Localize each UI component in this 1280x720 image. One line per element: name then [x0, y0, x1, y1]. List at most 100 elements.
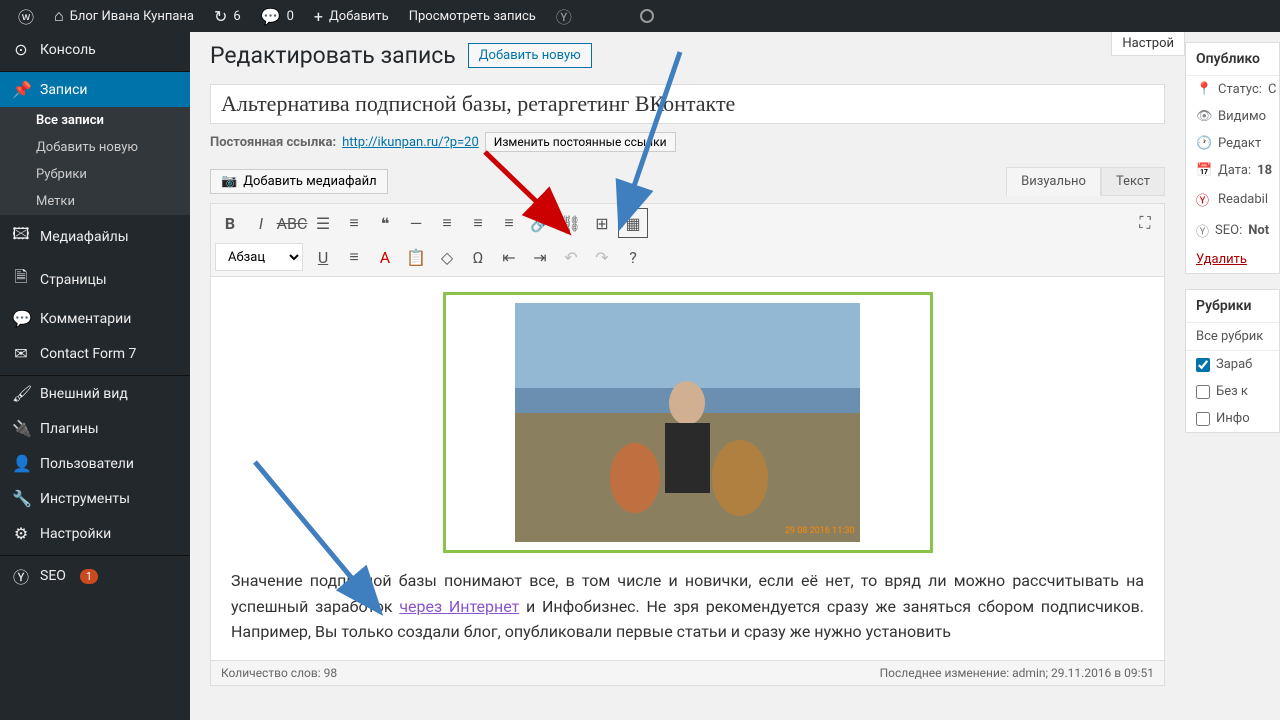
unlink-button[interactable]: ⛓ — [556, 208, 586, 238]
page-icon: 🗎 — [12, 266, 30, 293]
menu-posts[interactable]: 📌 Записи — [0, 72, 190, 107]
wp-logo[interactable]: ⓦ — [8, 0, 44, 32]
tab-text[interactable]: Текст — [1101, 167, 1165, 196]
justify-button[interactable]: ≡ — [339, 242, 369, 272]
cat-checkbox-3[interactable] — [1196, 412, 1210, 426]
number-list-button[interactable]: ≡ — [339, 208, 369, 238]
updates[interactable]: ↻6 — [204, 0, 251, 32]
menu-comments[interactable]: 💬 Комментарии — [0, 301, 190, 336]
editor-paragraph: Значение подписной базы понимают все, в … — [231, 568, 1144, 645]
yoast-icon[interactable]: Ⓨ — [546, 0, 582, 32]
menu-tools[interactable]: 🔧 Инструменты — [0, 481, 190, 516]
link-button[interactable]: 🔗 — [525, 208, 555, 238]
editor-content[interactable]: 29 08 2016 11:30 Значение подписной базы… — [211, 277, 1164, 660]
post-title-input[interactable] — [210, 84, 1165, 124]
menu-posts-label: Записи — [40, 82, 88, 98]
plug-icon: 🔌 — [12, 419, 30, 438]
menu-settings[interactable]: ⚙Настройки — [0, 516, 190, 551]
menu-appearance[interactable]: 🖌 Внешний вид — [0, 376, 190, 411]
page-title: Редактировать запись — [210, 42, 456, 69]
submenu-new-post[interactable]: Добавить новую — [0, 134, 190, 161]
indent-button[interactable]: ⇥ — [525, 242, 555, 272]
paste-text-button[interactable]: 📋 — [401, 242, 431, 272]
eye-icon: 👁 — [1196, 109, 1212, 124]
comments-count: 0 — [287, 9, 294, 24]
cat-tab-all[interactable]: Все рубрик — [1186, 323, 1279, 351]
special-char-button[interactable]: Ω — [463, 242, 493, 272]
align-left-button[interactable]: ≡ — [432, 208, 462, 238]
menu-tools-label: Инструменты — [40, 491, 130, 507]
menu-comments-label: Комментарии — [40, 311, 131, 327]
quote-button[interactable]: ❝ — [370, 208, 400, 238]
undo-button[interactable]: ↶ — [556, 242, 586, 272]
svg-text:29 08 2016 11:30: 29 08 2016 11:30 — [785, 526, 855, 536]
menu-cf7[interactable]: ✉Contact Form 7 — [0, 336, 190, 371]
content-link[interactable]: через Интернет — [399, 597, 519, 616]
align-center-button[interactable]: ≡ — [463, 208, 493, 238]
view-label: Просмотреть запись — [409, 9, 536, 24]
yoast-icon: Ⓨ — [1196, 190, 1212, 209]
more-button[interactable]: ⊞ — [587, 208, 617, 238]
menu-pages-label: Страницы — [40, 272, 107, 288]
updates-count: 6 — [233, 9, 240, 24]
calendar-icon: 📅 — [1196, 163, 1212, 178]
yoast-icon: Ⓨ — [12, 564, 30, 588]
screen-options-tab[interactable]: Настрой — [1111, 32, 1185, 56]
toolbar-toggle-button[interactable]: ▦ — [618, 208, 648, 238]
menu-dashboard-label: Консоль — [40, 42, 96, 58]
editor-toolbar: B I ABC ☰ ≡ ❝ — ≡ ≡ ≡ 🔗 ⛓ ⊞ ▦ ⛶ — [211, 204, 1164, 277]
submenu-all-posts[interactable]: Все записи — [0, 107, 190, 134]
word-count: Количество слов: 98 — [221, 666, 337, 680]
help-button[interactable]: ? — [618, 242, 648, 272]
menu-seo[interactable]: ⓎSEO1 — [0, 556, 190, 596]
add-new-button[interactable]: Добавить новую — [468, 43, 592, 68]
publish-head: Опублико — [1186, 43, 1279, 76]
bullet-list-button[interactable]: ☰ — [308, 208, 338, 238]
outdent-button[interactable]: ⇤ — [494, 242, 524, 272]
delete-link[interactable]: Удалить — [1196, 252, 1247, 267]
fullscreen-button[interactable]: ⛶ — [1130, 208, 1160, 238]
menu-media[interactable]: 🖾Медиафайлы — [0, 215, 190, 258]
brush-icon: 🖌 — [12, 384, 30, 403]
submenu-categories[interactable]: Рубрики — [0, 161, 190, 188]
strike-button[interactable]: ABC — [277, 208, 307, 238]
right-sidebar: Опублико 📍Статус: С 👁Видимо 🕐Редакт 📅Дат… — [1185, 32, 1280, 720]
menu-dashboard[interactable]: ⊙Консоль — [0, 32, 190, 67]
redo-button[interactable]: ↷ — [587, 242, 617, 272]
wrench-icon: 🔧 — [12, 489, 30, 508]
menu-users-label: Пользователи — [40, 456, 134, 472]
pin-icon: 📌 — [12, 80, 30, 99]
italic-button[interactable]: I — [246, 208, 276, 238]
new-content[interactable]: +Добавить — [304, 0, 399, 32]
submenu-tags[interactable]: Метки — [0, 188, 190, 215]
menu-cf7-label: Contact Form 7 — [40, 346, 136, 362]
hr-button[interactable]: — — [401, 208, 431, 238]
menu-users[interactable]: 👤Пользователи — [0, 446, 190, 481]
site-name[interactable]: ⌂Блог Ивана Кунпана — [44, 0, 204, 32]
selected-image-frame: 29 08 2016 11:30 — [443, 292, 933, 553]
main-content: Настрой Редактировать запись Добавить но… — [190, 32, 1185, 720]
menu-appearance-label: Внешний вид — [40, 386, 128, 402]
tab-visual[interactable]: Визуально — [1006, 167, 1101, 196]
text-color-button[interactable]: A — [370, 242, 400, 272]
align-right-button[interactable]: ≡ — [494, 208, 524, 238]
menu-plugins[interactable]: 🔌Плагины — [0, 411, 190, 446]
underline-button[interactable]: U — [308, 242, 338, 272]
cat-checkbox-2[interactable] — [1196, 385, 1210, 399]
view-post[interactable]: Просмотреть запись — [399, 0, 546, 32]
cat-checkbox-1[interactable] — [1196, 358, 1210, 372]
permalink-url[interactable]: http://ikunpan.ru/?p=20 — [342, 135, 479, 150]
post-image[interactable]: 29 08 2016 11:30 — [515, 303, 860, 542]
clear-format-button[interactable]: ◇ — [432, 242, 462, 272]
permalink-label: Постоянная ссылка: — [210, 135, 336, 150]
format-select[interactable]: Абзац — [215, 243, 303, 271]
bold-button[interactable]: B — [215, 208, 245, 238]
menu-pages[interactable]: 🗎 Страницы — [0, 258, 190, 301]
categories-head: Рубрики — [1186, 290, 1279, 323]
publish-box: Опублико 📍Статус: С 👁Видимо 🕐Редакт 📅Дат… — [1185, 42, 1280, 274]
add-media-button[interactable]: 📷Добавить медиафайл — [210, 169, 388, 194]
comments-bubble[interactable]: 💬0 — [251, 0, 304, 32]
comment-icon: 💬 — [12, 309, 30, 328]
edit-permalink-button[interactable]: Изменить постоянные ссылки — [485, 132, 676, 152]
camera-icon: 📷 — [221, 174, 237, 189]
